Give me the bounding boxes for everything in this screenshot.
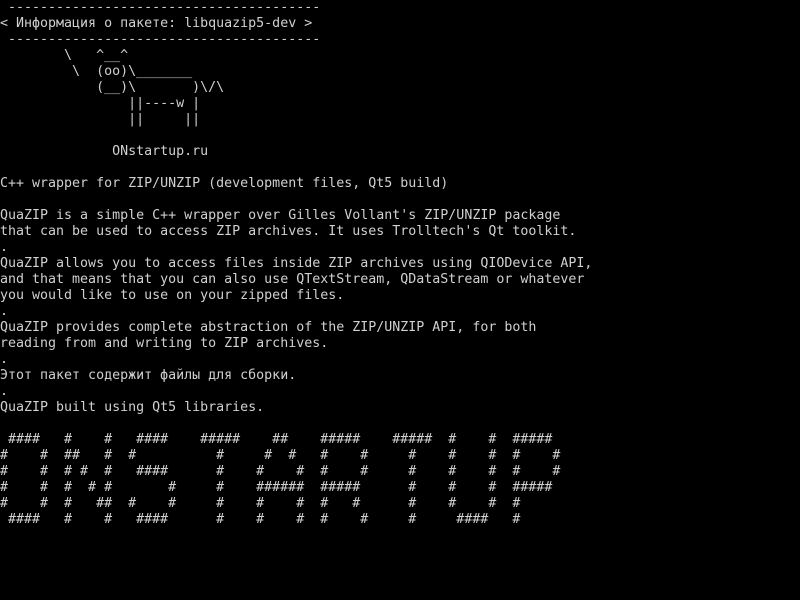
cow-ascii-line-3: (__)\ )\/\ [0,80,225,95]
description-line: you would like to use on your zipped fil… [0,288,345,303]
description-line: reading from and writing to ZIP archives… [0,336,329,351]
cow-ascii-line-2: \ (oo)\_______ [0,64,193,79]
description-separator: . [0,240,9,255]
description-separator: . [0,304,9,319]
cow-ascii-line-5: || || [0,112,201,127]
description-line: QuaZIP allows you to access files inside… [0,256,593,271]
cow-ascii-line-1: \ ^__^ [0,48,129,63]
description-line: that can be used to access ZIP archives.… [0,224,577,239]
description-line: QuaZIP provides complete abstraction of … [0,320,537,335]
cowsay-message: < Информация о пакете: libquazip5-dev > [0,16,313,31]
site-label: ONstartup.ru [0,144,209,159]
description-line: QuaZIP is a simple C++ wrapper over Gill… [0,208,561,223]
description-separator: . [0,384,9,399]
cowsay-border-bottom: --------------------------------------- [0,32,321,47]
cowsay-border-top: --------------------------------------- [0,0,321,15]
terminal-screen: --------------------------------------- … [0,0,800,600]
description-line: Этот пакет содержит файлы для сборки. [0,368,297,383]
description-line: and that means that you can also use QTe… [0,272,585,287]
banner-ascii-line-4: # # # # # # # ###### ##### # # # ##### [0,480,553,495]
banner-ascii-line-1: #### # # #### ##### ## ##### ##### # # #… [0,432,553,447]
banner-ascii-line-2: # # ## # # # # # # # # # # # # [0,448,561,463]
banner-ascii-line-5: # # # ## # # # # # # # # # # # [0,496,521,511]
description-line: QuaZIP built using Qt5 libraries. [0,400,265,415]
cow-ascii-line-4: ||----w | [0,96,201,111]
banner-ascii-line-3: # # # # # #### # # # # # # # # # # [0,464,561,479]
banner-ascii-line-6: #### # # #### # # # # # # #### # [0,512,521,527]
package-summary: C++ wrapper for ZIP/UNZIP (development f… [0,176,449,191]
description-separator: . [0,352,9,367]
